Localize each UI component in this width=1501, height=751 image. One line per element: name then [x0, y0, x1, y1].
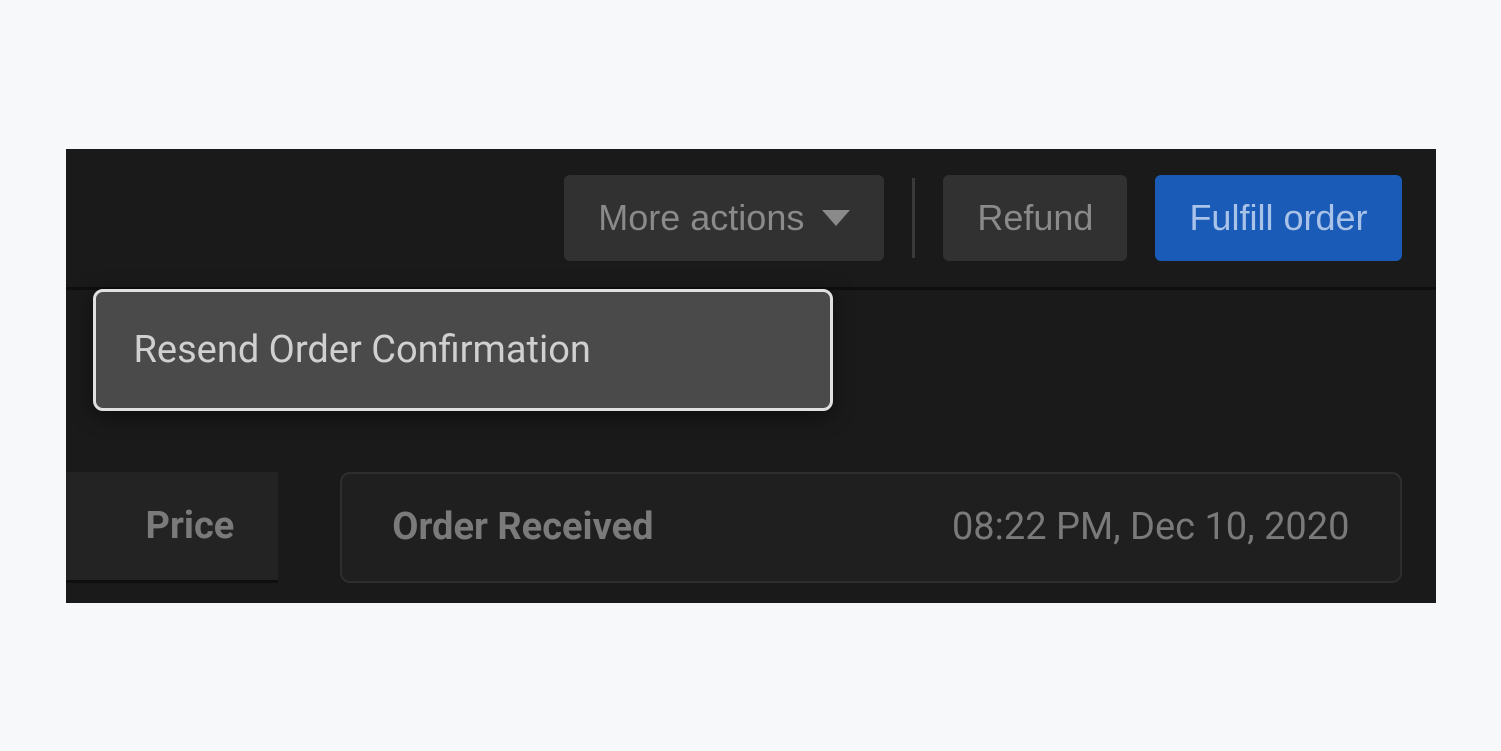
- order-received-cell: Order Received 08:22 PM, Dec 10, 2020: [340, 472, 1401, 583]
- refund-label: Refund: [977, 197, 1093, 239]
- price-label: Price: [146, 504, 235, 548]
- toolbar-divider: [912, 178, 915, 258]
- order-received-label: Order Received: [392, 505, 653, 549]
- more-actions-label: More actions: [598, 197, 804, 239]
- order-received-timestamp: 08:22 PM, Dec 10, 2020: [952, 505, 1350, 549]
- refund-button[interactable]: Refund: [943, 175, 1127, 261]
- fulfill-order-button[interactable]: Fulfill order: [1155, 175, 1401, 261]
- order-details-row: Price Order Received 08:22 PM, Dec 10, 2…: [66, 472, 1436, 583]
- fulfill-order-label: Fulfill order: [1189, 197, 1367, 239]
- chevron-down-icon: [822, 210, 850, 226]
- order-panel: More actions Refund Fulfill order Resend…: [66, 149, 1436, 603]
- toolbar: More actions Refund Fulfill order: [66, 149, 1436, 290]
- resend-order-confirmation-item[interactable]: Resend Order Confirmation: [134, 328, 792, 372]
- more-actions-dropdown: Resend Order Confirmation: [93, 289, 833, 411]
- more-actions-button[interactable]: More actions: [564, 175, 884, 261]
- price-cell: Price: [66, 472, 279, 583]
